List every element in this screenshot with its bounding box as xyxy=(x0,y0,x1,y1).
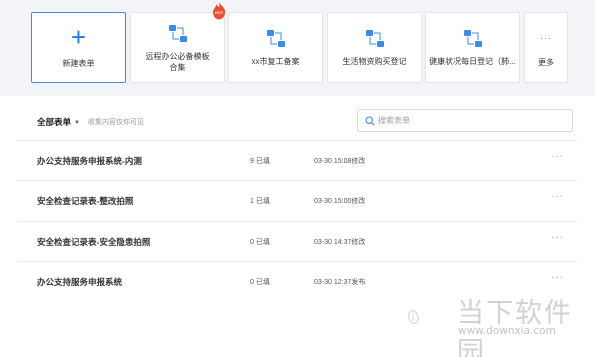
form-row[interactable]: 安全检查记录表-安全隐患拍照 0 已填 03-30 14:37修改 ··· xyxy=(18,221,577,261)
form-row[interactable]: 办公支持服务申报系统-内测 9 已填 03-30 15:08修改 ··· xyxy=(18,140,577,180)
row-menu-icon[interactable]: ··· xyxy=(551,272,564,283)
svg-text:HOT: HOT xyxy=(215,10,224,15)
template-icon xyxy=(266,30,285,47)
form-name[interactable]: 安全检查记录表-整改拍照 xyxy=(37,195,133,207)
new-form-label: 新建表单 xyxy=(62,59,95,68)
watermark-logo-icon xyxy=(407,310,419,324)
form-name[interactable]: 办公支持服务申报系统 xyxy=(37,276,122,288)
search-box[interactable] xyxy=(357,109,573,132)
template-label: xx市复工备案 xyxy=(251,57,300,66)
row-menu-icon[interactable]: ··· xyxy=(551,232,564,243)
row-menu-icon[interactable]: ··· xyxy=(551,191,564,202)
template-card-remote-office[interactable]: 远程办公必备模板合集 xyxy=(130,12,225,83)
form-timestamp: 03-30 15:00修改 xyxy=(314,198,366,205)
all-forms-dropdown[interactable]: 全部表单 ▼ xyxy=(37,116,80,128)
template-label: 远程办公必备模板合集 xyxy=(145,51,210,72)
template-icon xyxy=(463,30,482,47)
watermark-brand: 当下软件园 xyxy=(457,298,573,357)
row-menu-icon[interactable]: ··· xyxy=(551,151,564,162)
form-row[interactable]: 安全检查记录表-整改拍照 1 已填 03-30 15:00修改 ··· xyxy=(18,180,577,220)
form-timestamp: 03-30 14:37修改 xyxy=(314,239,366,246)
plus-icon: + xyxy=(70,22,87,52)
template-icon xyxy=(168,24,187,42)
search-icon xyxy=(365,116,375,126)
template-card-supplies[interactable]: 生活物资购买登记 xyxy=(327,12,422,83)
more-dots-icon: ··· xyxy=(540,33,552,43)
search-input[interactable] xyxy=(378,113,563,128)
form-fill-count: 0 已填 xyxy=(250,279,270,286)
form-fill-count: 0 已填 xyxy=(250,239,270,246)
form-timestamp: 03-30 12:37发布 xyxy=(314,279,366,286)
template-icon xyxy=(365,30,384,47)
template-label: 生活物资购买登记 xyxy=(342,57,407,66)
more-label: 更多 xyxy=(538,58,554,67)
form-fill-count: 9 已填 xyxy=(250,158,270,165)
watermark-url: www.downxia.com xyxy=(458,325,556,337)
form-name[interactable]: 安全检查记录表-安全隐患拍照 xyxy=(37,236,150,248)
form-timestamp: 03-30 15:08修改 xyxy=(314,158,366,165)
template-label: 健康状况每日登记（肺... xyxy=(429,57,516,66)
template-card-health[interactable]: 健康状况每日登记（肺... xyxy=(425,12,520,83)
more-templates-card[interactable]: ··· 更多 xyxy=(524,12,568,83)
hot-badge-icon: HOT xyxy=(212,2,226,20)
form-name[interactable]: 办公支持服务申报系统-内测 xyxy=(37,155,142,167)
caret-down-icon: ▼ xyxy=(74,120,80,126)
privacy-hint: 收集内容仅你可见 xyxy=(88,119,144,126)
all-forms-label: 全部表单 xyxy=(37,117,72,127)
template-card-city-filing[interactable]: xx市复工备案 xyxy=(228,12,323,83)
form-fill-count: 1 已填 xyxy=(250,198,270,205)
new-form-card[interactable]: + 新建表单 xyxy=(31,12,126,83)
